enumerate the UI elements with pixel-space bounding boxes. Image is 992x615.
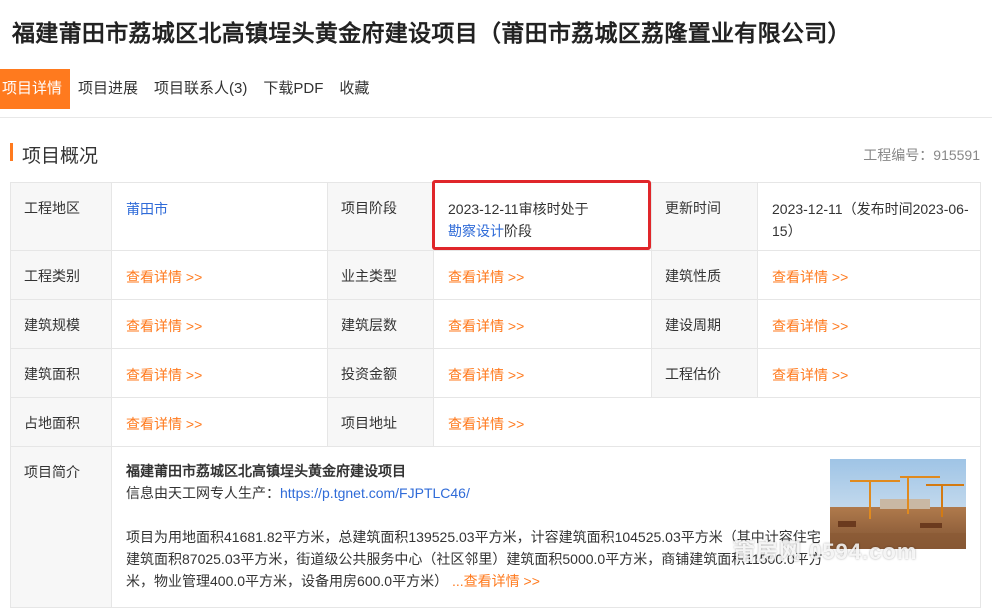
region-link[interactable]: 莆田市 <box>126 201 168 217</box>
view-detail-link[interactable]: 查看详情 >> <box>772 367 848 383</box>
tab-bar: 项目详情 项目进展 项目联系人(3) 下载PDF 收藏 <box>0 69 377 109</box>
tab-download-pdf[interactable]: 下载PDF <box>255 69 331 109</box>
intro-more-link[interactable]: ...查看详情 >> <box>452 573 540 589</box>
section-title: 项目概况 <box>22 146 99 167</box>
label-cost-estimate: 工程估价 <box>651 348 758 398</box>
page-title: 福建莆田市荔城区北高镇埕头黄金府建设项目（莆田市荔城区荔隆置业有限公司） <box>12 20 851 46</box>
view-detail-link[interactable]: 查看详情 >> <box>126 367 202 383</box>
project-intro: 福建莆田市荔城区北高镇埕头黄金府建设项目 信息由天工网专人生产：https://… <box>112 447 980 607</box>
view-detail-link[interactable]: 查看详情 >> <box>126 269 202 285</box>
stage-link[interactable]: 勘察设计 <box>448 223 504 239</box>
stage-prefix: 2023-12-11审核时处于 <box>448 201 589 217</box>
view-detail-link[interactable]: 查看详情 >> <box>448 367 524 383</box>
table-row: 占地面积 查看详情 >> 项目地址 查看详情 >> <box>10 397 981 447</box>
view-detail-link[interactable]: 查看详情 >> <box>448 269 524 285</box>
label-update-time: 更新时间 <box>651 182 758 251</box>
table-row: 建筑面积 查看详情 >> 投资金额 查看详情 >> 工程估价 查看详情 >> <box>10 348 981 398</box>
project-number-label: 工程编号： <box>863 147 934 163</box>
intro-source-link[interactable]: https://p.tgnet.com/FJPTLC46/ <box>280 485 470 501</box>
label-building-floors: 建筑层数 <box>327 299 434 349</box>
project-number: 工程编号：915591 <box>863 145 980 165</box>
label-construction-period: 建设周期 <box>651 299 758 349</box>
label-land-area: 占地面积 <box>10 397 112 447</box>
label-investment: 投资金额 <box>327 348 434 398</box>
update-time-value: 2023-12-11（发布时间2023-06-15） <box>757 182 981 251</box>
view-detail-link[interactable]: 查看详情 >> <box>126 416 202 432</box>
view-detail-link[interactable]: 查看详情 >> <box>772 318 848 334</box>
table-row: 建筑规模 查看详情 >> 建筑层数 查看详情 >> 建设周期 查看详情 >> <box>10 299 981 349</box>
watermark: 莆房网 0594.com <box>733 539 918 564</box>
stage-value: 2023-12-11审核时处于 勘察设计阶段 <box>433 182 652 251</box>
tab-favorite[interactable]: 收藏 <box>331 69 377 109</box>
intro-body: 项目为用地面积41681.82平方米，总建筑面积139525.03平方米，计容建… <box>126 526 826 592</box>
stage-suffix: 阶段 <box>504 223 532 239</box>
view-detail-link[interactable]: 查看详情 >> <box>448 416 524 432</box>
view-detail-link[interactable]: 查看详情 >> <box>772 269 848 285</box>
table-row: 工程类别 查看详情 >> 业主类型 查看详情 >> 建筑性质 查看详情 >> <box>10 250 981 300</box>
tabs-divider <box>0 117 992 118</box>
label-building-area: 建筑面积 <box>10 348 112 398</box>
tab-project-progress[interactable]: 项目进展 <box>70 69 146 109</box>
label-owner-type: 业主类型 <box>327 250 434 300</box>
intro-source-label: 信息由天工网专人生产： <box>126 485 280 501</box>
label-project-category: 工程类别 <box>10 250 112 300</box>
project-number-value: 915591 <box>933 147 980 163</box>
table-row: 工程地区 莆田市 项目阶段 2023-12-11审核时处于 勘察设计阶段 更新时间… <box>10 182 981 251</box>
tab-project-contacts[interactable]: 项目联系人(3) <box>146 69 255 109</box>
label-building-nature: 建筑性质 <box>651 250 758 300</box>
label-project-intro: 项目简介 <box>10 446 112 608</box>
label-region: 工程地区 <box>10 182 112 251</box>
tab-project-detail[interactable]: 项目详情 <box>0 69 70 109</box>
view-detail-link[interactable]: 查看详情 >> <box>448 318 524 334</box>
view-detail-link[interactable]: 查看详情 >> <box>126 318 202 334</box>
table-row: 项目简介 福建莆田市荔城区北高镇埕头黄金府建设项目 信息由天工网专人生产：htt… <box>10 446 981 608</box>
label-project-address: 项目地址 <box>327 397 434 447</box>
label-stage: 项目阶段 <box>327 182 434 251</box>
section-accent-bar <box>10 143 13 161</box>
label-building-scale: 建筑规模 <box>10 299 112 349</box>
